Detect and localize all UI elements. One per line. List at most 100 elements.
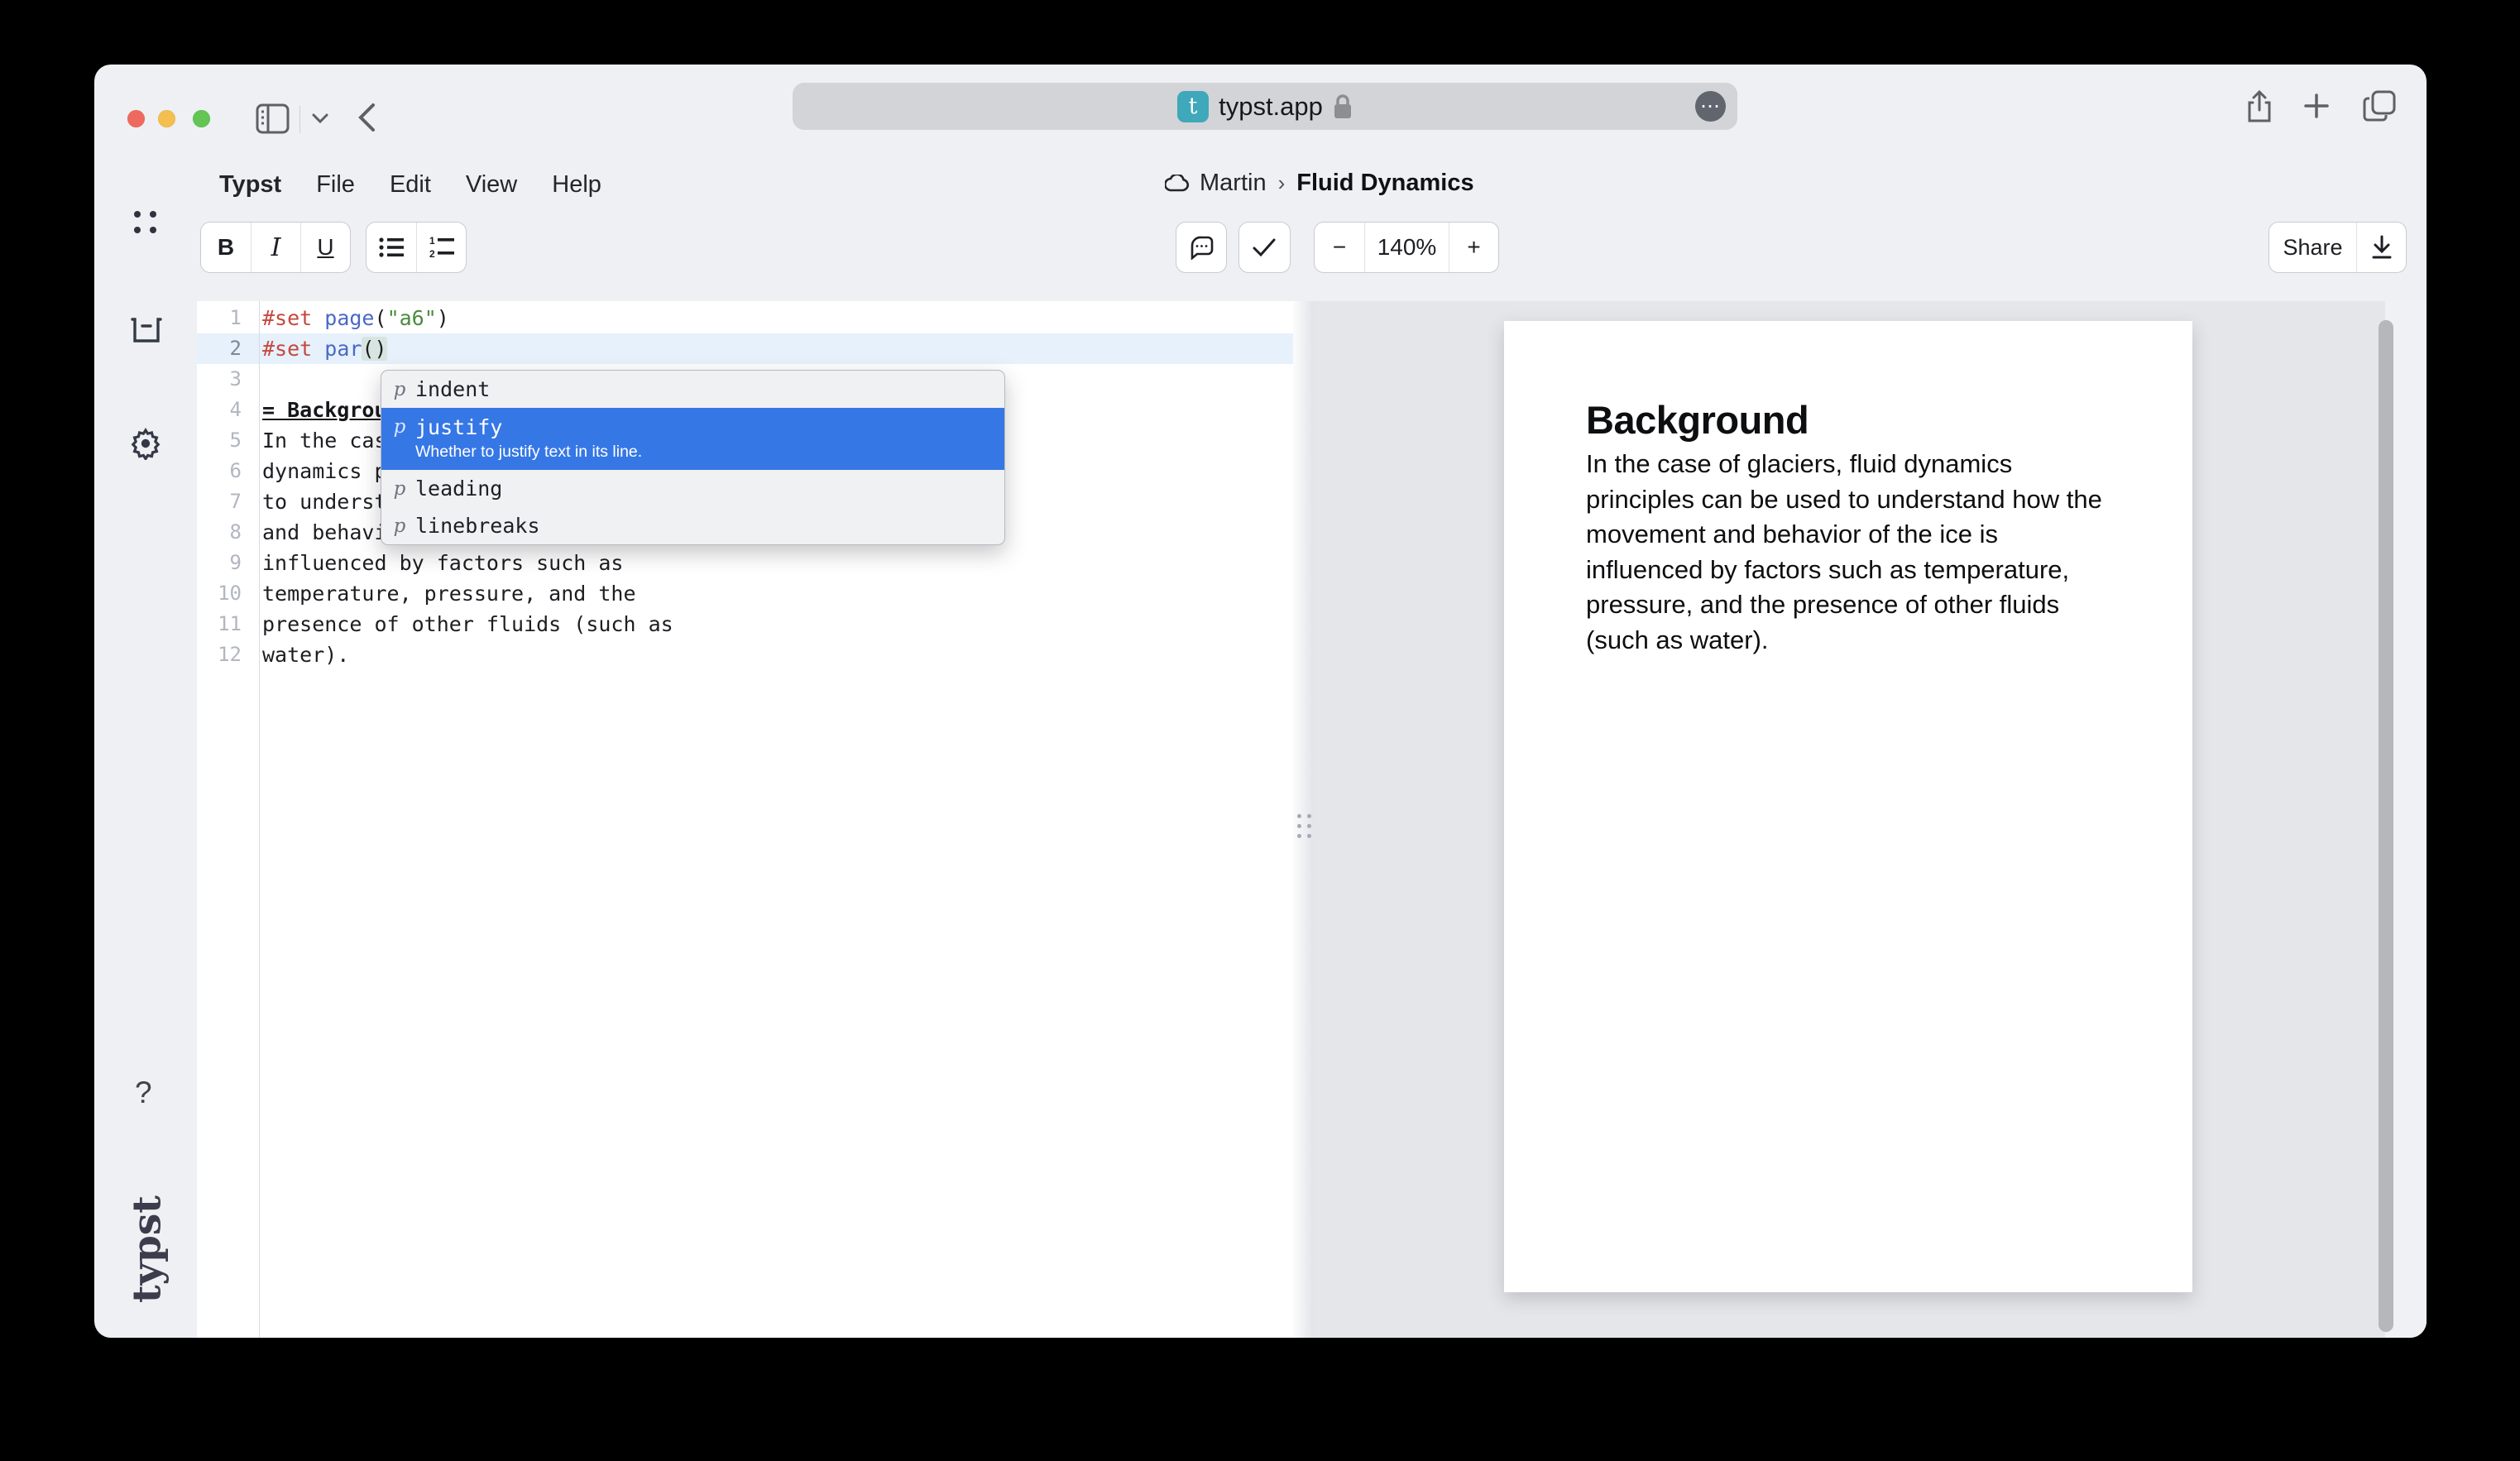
share-button[interactable]: Share — [2269, 223, 2356, 272]
lock-icon — [1333, 93, 1353, 120]
line-number: 3 — [197, 364, 242, 395]
share-page-icon[interactable] — [2246, 90, 2273, 123]
italic-button[interactable]: I — [251, 223, 300, 272]
menu-item-file[interactable]: File — [316, 171, 355, 199]
preview-scrollbar-thumb[interactable] — [2379, 320, 2393, 1332]
option-label: justify — [415, 415, 502, 439]
autocomplete-option-leading[interactable]: pleading — [381, 470, 1004, 507]
bold-button[interactable]: B — [201, 223, 251, 272]
option-description: Whether to justify text in its line. — [415, 442, 1004, 462]
close-window-button[interactable] — [127, 110, 145, 127]
new-tab-icon[interactable] — [2303, 93, 2330, 119]
zoom-out-button[interactable]: − — [1315, 223, 1364, 272]
download-icon — [2371, 235, 2393, 260]
code-line-12[interactable]: 12water). — [197, 639, 1293, 670]
code-line-11[interactable]: 11presence of other fluids (such as — [197, 609, 1293, 639]
code-text: #set page("a6") — [242, 303, 449, 333]
menu-item-help[interactable]: Help — [552, 171, 601, 199]
svg-text:1: 1 — [429, 236, 435, 247]
menu-item-view[interactable]: View — [466, 171, 517, 199]
line-number: 2 — [197, 333, 242, 364]
zoom-level-value[interactable]: 140% — [1364, 223, 1449, 272]
underline-button[interactable]: U — [300, 223, 350, 272]
preview-heading: Background — [1586, 397, 2114, 443]
download-button[interactable] — [2356, 223, 2406, 272]
zoom-control-group: − 140% + — [1314, 222, 1499, 273]
chevron-down-icon[interactable] — [311, 113, 329, 124]
typst-logo: typst — [125, 1195, 170, 1303]
comment-icon — [1189, 236, 1214, 260]
line-number: 1 — [197, 303, 242, 333]
share-group: Share — [2268, 222, 2407, 273]
list-style-group: 1 2 — [366, 222, 467, 273]
site-favicon: t — [1177, 91, 1209, 122]
code-text: water). — [242, 639, 349, 670]
line-number: 8 — [197, 517, 242, 548]
comments-button[interactable] — [1176, 222, 1227, 273]
line-number: 10 — [197, 578, 242, 609]
code-text: influenced by factors such as — [242, 548, 624, 578]
preview-paragraph: In the case of glaciers, fluid dynamics … — [1586, 447, 2114, 658]
line-number: 7 — [197, 486, 242, 517]
breadcrumb[interactable]: Martin › Fluid Dynamics — [1165, 170, 1474, 197]
code-line-1[interactable]: 1#set page("a6") — [197, 303, 1293, 333]
address-bar[interactable]: t typst.app ⋯ — [793, 83, 1737, 130]
sidebar-toggle-icon[interactable] — [256, 103, 290, 134]
line-number: 6 — [197, 456, 242, 486]
param-type-icon: p — [388, 416, 411, 438]
checkmark-icon — [1252, 237, 1277, 257]
numbered-list-icon: 1 2 — [429, 236, 454, 259]
help-button[interactable]: ? — [135, 1075, 152, 1110]
text-style-group: B I U — [200, 222, 351, 273]
option-label: linebreaks — [415, 514, 540, 538]
option-label: leading — [415, 477, 502, 501]
gutter-divider — [259, 301, 260, 1338]
preview-page: Background In the case of glaciers, flui… — [1504, 321, 2192, 1292]
numbered-list-button[interactable]: 1 2 — [416, 223, 466, 272]
pane-resize-divider[interactable] — [1293, 301, 1314, 1338]
breadcrumb-separator: › — [1277, 170, 1287, 196]
option-label: indent — [415, 377, 490, 401]
autocomplete-dropdown: pindentpjustifyWhether to justify text i… — [381, 370, 1005, 545]
browser-window: t typst.app ⋯ Typst File Edit View Help — [94, 65, 2427, 1338]
document-preview-pane: Background In the case of glaciers, flui… — [1314, 301, 2427, 1338]
app-menubar: Typst File Edit View Help — [219, 171, 601, 199]
chrome-divider — [299, 106, 300, 133]
page-settings-button[interactable]: ⋯ — [1695, 91, 1726, 122]
menu-item-edit[interactable]: Edit — [390, 171, 431, 199]
code-text: presence of other fluids (such as — [242, 609, 673, 639]
line-number: 4 — [197, 395, 242, 425]
param-type-icon: p — [388, 379, 411, 400]
autocomplete-option-indent[interactable]: pindent — [381, 371, 1004, 408]
code-line-2[interactable]: 2#set par() — [197, 333, 1293, 364]
param-type-icon: p — [388, 515, 411, 537]
zoom-window-button[interactable] — [193, 110, 210, 127]
url-text: typst.app — [1219, 92, 1323, 122]
cloud-icon — [1165, 175, 1190, 192]
minimize-window-button[interactable] — [158, 110, 175, 127]
back-button[interactable] — [357, 103, 376, 132]
param-type-icon: p — [388, 478, 411, 500]
tab-overview-icon[interactable] — [2363, 90, 2396, 122]
app-grid-icon[interactable] — [134, 211, 157, 233]
line-number: 11 — [197, 609, 242, 639]
settings-gear-icon[interactable] — [129, 427, 162, 460]
line-number: 9 — [197, 548, 242, 578]
compile-status-button[interactable] — [1238, 222, 1291, 273]
bullet-list-button[interactable] — [367, 223, 416, 272]
bullet-list-icon — [379, 237, 404, 258]
drag-handle-icon[interactable] — [1297, 814, 1311, 838]
menu-item-typst[interactable]: Typst — [219, 171, 281, 199]
line-number: 5 — [197, 425, 242, 456]
code-line-9[interactable]: 9influenced by factors such as — [197, 548, 1293, 578]
files-tray-icon[interactable] — [130, 317, 163, 343]
svg-text:2: 2 — [429, 248, 435, 259]
code-text: #set par() — [242, 333, 387, 364]
autocomplete-option-justify[interactable]: pjustify Whether to justify text in its l… — [381, 408, 1004, 470]
breadcrumb-workspace[interactable]: Martin — [1200, 170, 1267, 197]
autocomplete-option-linebreaks[interactable]: plinebreaks — [381, 507, 1004, 544]
code-line-10[interactable]: 10temperature, pressure, and the — [197, 578, 1293, 609]
zoom-in-button[interactable]: + — [1449, 223, 1498, 272]
line-number: 12 — [197, 639, 242, 670]
breadcrumb-document-title: Fluid Dynamics — [1296, 170, 1473, 197]
